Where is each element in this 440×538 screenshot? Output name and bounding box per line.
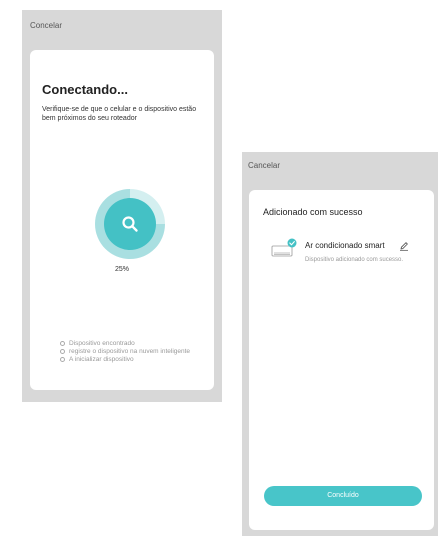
step-label: A inicializar dispositivo <box>69 356 134 363</box>
connecting-screen: Concelar Conectando... Verifique-se de q… <box>22 10 222 402</box>
added-screen: Cancelar Adicionado com sucesso Ar condi… <box>242 152 438 536</box>
step-item: A inicializar dispositivo <box>60 356 190 364</box>
device-status: Dispositivo adicionado com sucesso. <box>305 257 404 263</box>
step-label: registre o dispositivo na nuvem intelige… <box>69 348 191 355</box>
cancel-link[interactable]: Cancelar <box>248 161 280 170</box>
pencil-icon[interactable] <box>399 241 409 251</box>
device-name: Ar condicionado smart <box>305 241 385 250</box>
step-label: Dispositivo encontrado <box>69 340 135 347</box>
page-title: Conectando... <box>42 82 128 97</box>
progress-percent: 25% <box>114 266 129 273</box>
done-button[interactable]: Concluído <box>264 486 422 506</box>
search-icon <box>122 216 138 232</box>
step-item: registre o dispositivo na nuvem intelige… <box>60 348 190 356</box>
page-title: Adicionado com sucesso <box>263 207 363 217</box>
connecting-description: Verifique-se de que o celular e o dispos… <box>42 106 197 122</box>
progress-center <box>104 198 156 250</box>
step-item: Dispositivo encontrado <box>60 340 190 348</box>
step-bullet <box>60 348 65 354</box>
progress-ring <box>95 189 165 259</box>
steps-list: Dispositivo encontrado registre o dispos… <box>60 340 190 364</box>
step-bullet <box>60 356 65 362</box>
step-bullet <box>60 340 65 346</box>
added-card: Adicionado com sucesso Ar condicionado s… <box>249 190 434 530</box>
check-badge-icon <box>287 238 297 248</box>
connecting-card: Conectando... Verifique-se de que o celu… <box>30 50 214 390</box>
air-conditioner-icon <box>271 238 297 257</box>
cancel-link[interactable]: Concelar <box>30 21 62 30</box>
